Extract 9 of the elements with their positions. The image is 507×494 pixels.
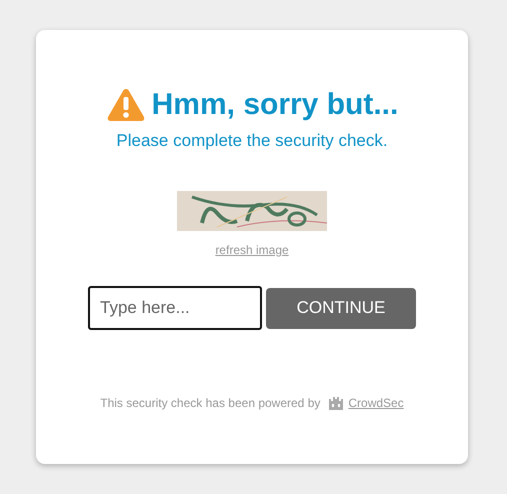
answer-field[interactable]: Type here... xyxy=(88,286,262,330)
continue-button[interactable]: CONTINUE xyxy=(266,288,416,328)
powered-by-text: This security check has been powered by xyxy=(100,396,320,410)
subtitle: Please complete the security check. xyxy=(116,131,388,151)
warning-icon xyxy=(106,87,146,123)
castle-icon xyxy=(328,396,344,410)
page-title: Hmm, sorry but... xyxy=(152,88,398,122)
crowdsec-link[interactable]: CrowdSec xyxy=(348,396,404,410)
refresh-image-link[interactable]: refresh image xyxy=(215,243,289,257)
